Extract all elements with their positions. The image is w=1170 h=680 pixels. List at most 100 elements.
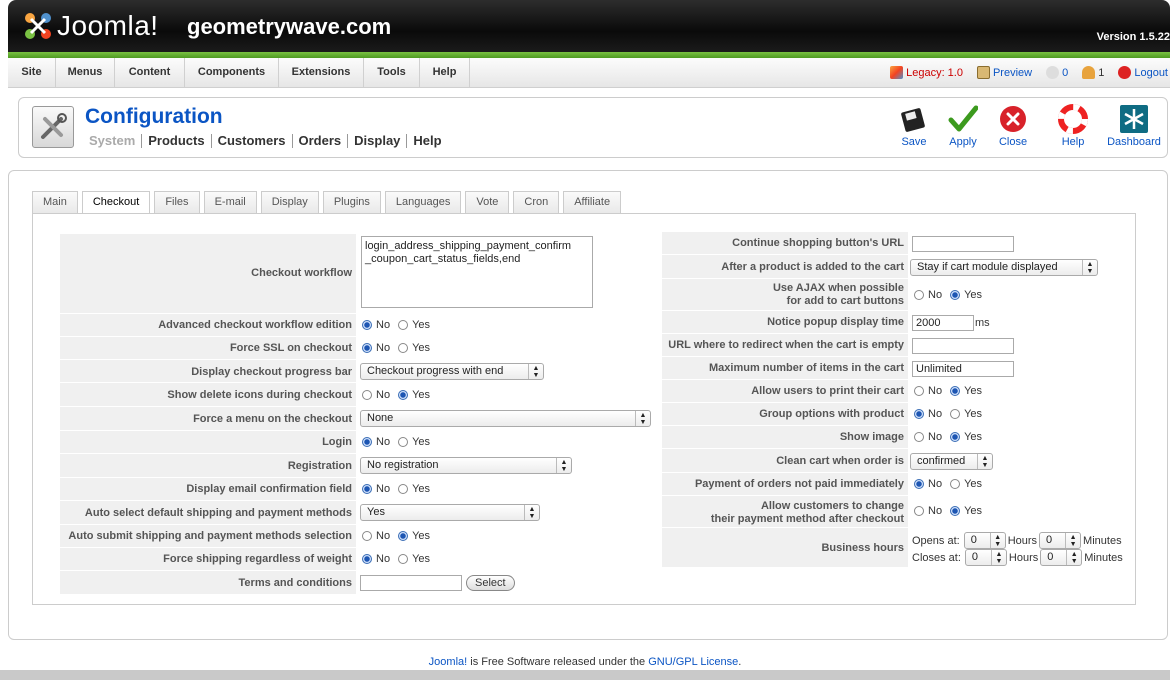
- show-image-no-radio[interactable]: [914, 432, 924, 442]
- redirect-url-input[interactable]: [912, 338, 1014, 354]
- dashboard-label: Dashboard: [1107, 136, 1161, 148]
- tab-affiliate[interactable]: Affiliate: [563, 191, 622, 213]
- closes-at-label: Closes at:: [912, 551, 961, 564]
- tab-vote[interactable]: Vote: [465, 191, 510, 213]
- group-options-yes-radio[interactable]: [950, 409, 961, 419]
- email-confirm-no-radio[interactable]: [362, 484, 372, 494]
- apply-button[interactable]: Apply: [935, 104, 991, 154]
- print-cart-no-radio[interactable]: [914, 386, 924, 396]
- opens-minutes-select[interactable]: 0 ▲ ▼: [1039, 532, 1082, 549]
- after-add-select[interactable]: Stay if cart module displayed ▲ ▼: [910, 259, 1098, 276]
- clean-cart-select[interactable]: confirmed ▲ ▼: [910, 453, 993, 470]
- save-button[interactable]: Save: [886, 104, 942, 154]
- tab-email[interactable]: E-mail: [203, 191, 257, 213]
- use-ajax-yes-radio[interactable]: [950, 290, 961, 300]
- subnav-products[interactable]: Products: [142, 134, 212, 148]
- force-ssl-yes-radio[interactable]: [398, 343, 409, 353]
- payment-not-paid-no-radio[interactable]: [914, 479, 924, 489]
- use-ajax-no-radio[interactable]: [914, 290, 924, 300]
- payment-not-paid-label: Payment of orders not paid immediately: [694, 478, 904, 490]
- advanced-workflow-yes-radio[interactable]: [398, 320, 409, 330]
- auto-submit-no-radio[interactable]: [362, 531, 372, 541]
- login-no-radio[interactable]: [362, 437, 372, 447]
- dashboard-button[interactable]: Dashboard: [1104, 104, 1164, 154]
- menu-help[interactable]: Help: [420, 58, 470, 87]
- show-image-yes-radio[interactable]: [950, 432, 961, 442]
- tab-languages[interactable]: Languages: [384, 191, 462, 213]
- change-payment-no-radio[interactable]: [914, 506, 924, 516]
- messages-status[interactable]: 0: [1046, 66, 1068, 79]
- gpl-license-link[interactable]: GNU/GPL License: [648, 656, 738, 668]
- progress-bar-select[interactable]: Checkout progress with end ▲ ▼: [360, 363, 544, 380]
- preview-link[interactable]: Preview: [976, 66, 1032, 79]
- delete-icons-yes-radio[interactable]: [398, 390, 409, 400]
- use-ajax-label-line2: for add to cart buttons: [786, 295, 904, 307]
- continue-url-input[interactable]: [912, 236, 1014, 252]
- popup-time-input[interactable]: 2000: [912, 315, 974, 331]
- menu-site[interactable]: Site: [8, 58, 56, 87]
- email-confirm-yes-radio[interactable]: [398, 484, 409, 494]
- terms-label: Terms and conditions: [238, 577, 352, 589]
- terms-select-button[interactable]: Select: [466, 575, 515, 591]
- tab-cron[interactable]: Cron: [513, 191, 560, 213]
- email-confirm-radios: No Yes: [362, 483, 438, 495]
- tab-files[interactable]: Files: [154, 191, 200, 213]
- menu-extensions[interactable]: Extensions: [279, 58, 364, 87]
- radio-yes-label: Yes: [964, 505, 983, 517]
- subnav-display[interactable]: Display: [348, 134, 408, 148]
- print-cart-yes-radio[interactable]: [950, 386, 961, 396]
- advanced-workflow-no-radio[interactable]: [362, 320, 372, 330]
- users-status[interactable]: 1: [1082, 66, 1104, 79]
- registration-select[interactable]: No registration ▲ ▼: [360, 457, 572, 474]
- force-ssl-no-radio[interactable]: [362, 343, 372, 353]
- closes-hours-select[interactable]: 0 ▲ ▼: [964, 549, 1007, 566]
- radio-no-label: No: [928, 408, 943, 420]
- bottom-bar: [0, 670, 1170, 680]
- auto-select-select[interactable]: Yes ▲ ▼: [360, 504, 540, 521]
- popup-time-unit: ms: [975, 317, 990, 329]
- subnav-orders[interactable]: Orders: [293, 134, 349, 148]
- opens-hours-select[interactable]: 0 ▲ ▼: [963, 532, 1006, 549]
- delete-icons-radios: No Yes: [362, 389, 438, 401]
- group-options-no-radio[interactable]: [914, 409, 924, 419]
- menu-components[interactable]: Components: [185, 58, 279, 87]
- admin-menu-bar: Site Menus Content Components Extensions…: [8, 58, 1170, 88]
- radio-yes-label: Yes: [412, 483, 431, 495]
- subnav-customers[interactable]: Customers: [212, 134, 293, 148]
- force-menu-select[interactable]: None ▲ ▼: [360, 410, 651, 427]
- registration-value: No registration: [367, 459, 439, 471]
- menu-content[interactable]: Content: [115, 58, 185, 87]
- clean-cart-value: confirmed: [917, 455, 966, 467]
- tab-plugins[interactable]: Plugins: [322, 191, 381, 213]
- force-shipping-no-radio[interactable]: [362, 554, 372, 564]
- tab-checkout[interactable]: Checkout: [81, 191, 151, 214]
- print-cart-radios: No Yes: [914, 385, 990, 397]
- status-area: Legacy: 1.0 Preview 0 1 Logout: [880, 58, 1170, 87]
- closes-minutes-select[interactable]: 0 ▲ ▼: [1040, 549, 1083, 566]
- change-payment-yes-radio[interactable]: [950, 506, 961, 516]
- logout-icon: [1118, 66, 1132, 79]
- menu-menus[interactable]: Menus: [56, 58, 115, 87]
- terms-input[interactable]: [360, 575, 462, 591]
- joomla-link[interactable]: Joomla!: [429, 656, 468, 668]
- help-label: Help: [1061, 136, 1085, 148]
- version-text: Version 1.5.22: [1096, 31, 1170, 43]
- checkout-workflow-textarea[interactable]: login_address_shipping_payment_confirm _…: [361, 236, 593, 308]
- tab-main[interactable]: Main: [32, 191, 78, 213]
- menu-tools[interactable]: Tools: [364, 58, 420, 87]
- close-button[interactable]: Close: [985, 104, 1041, 154]
- delete-icons-no-radio[interactable]: [362, 390, 372, 400]
- logout-link[interactable]: Logout: [1118, 66, 1168, 79]
- auto-submit-yes-radio[interactable]: [398, 531, 409, 541]
- continue-url-wrap: [912, 236, 1014, 252]
- help-button[interactable]: Help: [1045, 104, 1101, 154]
- payment-not-paid-yes-radio[interactable]: [950, 479, 961, 489]
- change-payment-radios: No Yes: [914, 505, 990, 517]
- max-items-input[interactable]: Unlimited: [912, 361, 1014, 377]
- joomla-logo-text: Joomla!: [57, 10, 159, 41]
- login-yes-radio[interactable]: [398, 437, 409, 447]
- subnav-help[interactable]: Help: [407, 134, 447, 148]
- subnav-system[interactable]: System: [89, 134, 143, 148]
- force-shipping-yes-radio[interactable]: [398, 554, 409, 564]
- tab-display[interactable]: Display: [260, 191, 319, 213]
